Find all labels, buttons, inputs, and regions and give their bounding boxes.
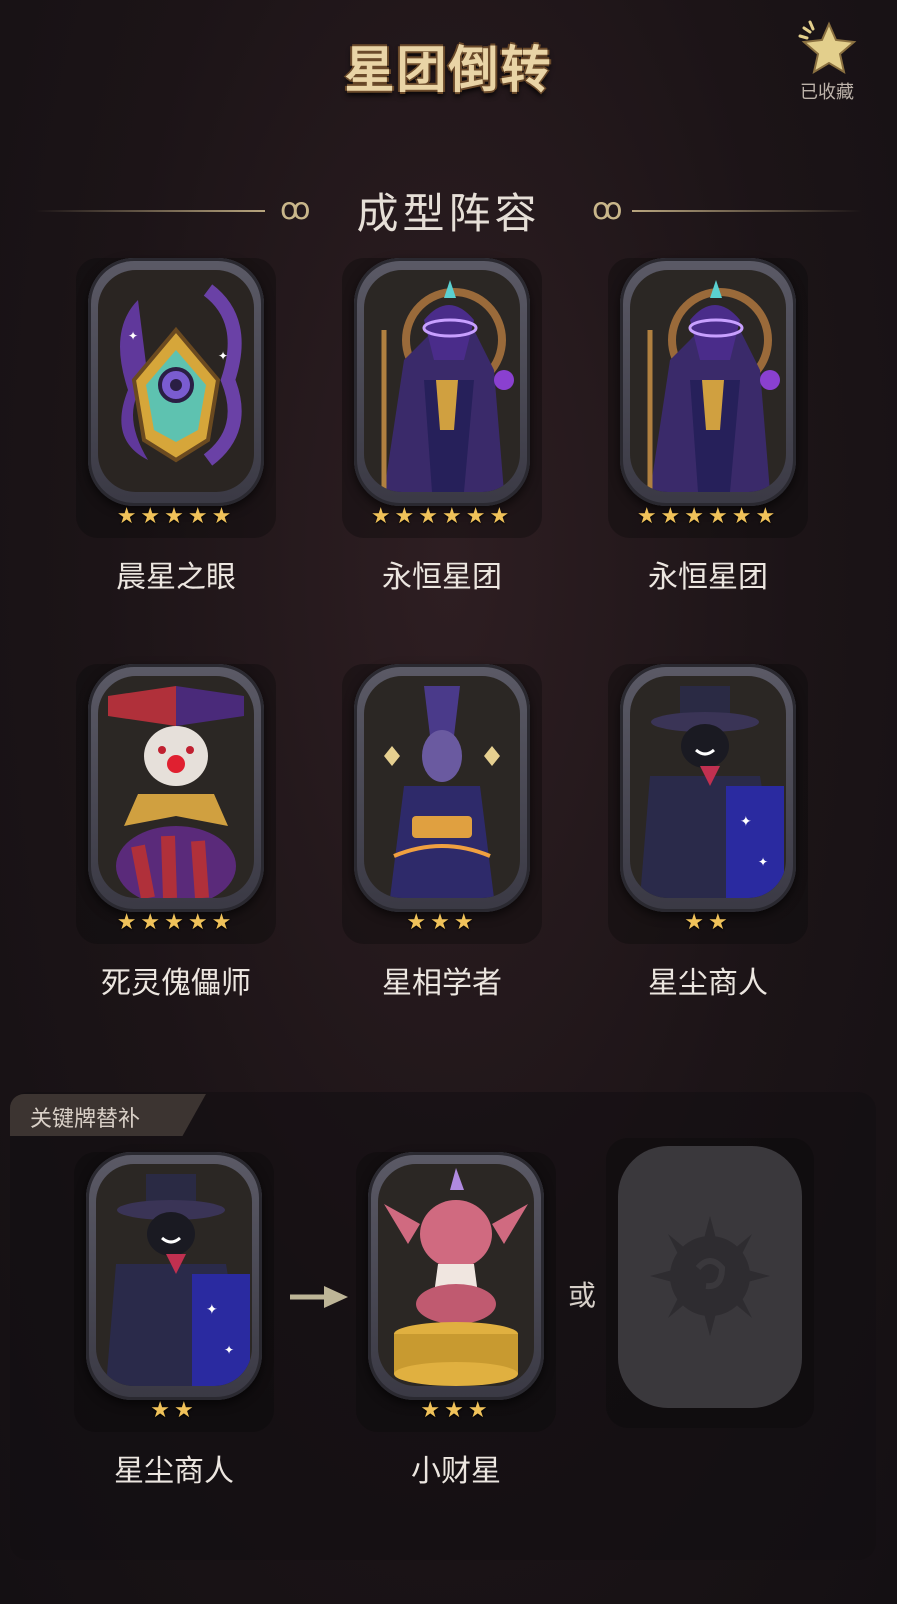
svg-text:✦: ✦: [740, 814, 752, 830]
hero-portrait: [378, 1164, 534, 1386]
star-rating: ★★★★★★: [370, 504, 514, 529]
star-favorite-icon: [798, 20, 857, 75]
svg-text:✦: ✦: [224, 1343, 234, 1357]
hero-portrait: [364, 270, 520, 492]
svg-text:✦: ✦: [206, 1302, 218, 1318]
swirl-ornament-icon: ꝏ: [592, 192, 623, 227]
hero-portrait: ✦ ✦: [630, 676, 786, 898]
hero-name: 永恒星团: [648, 560, 768, 595]
card-frame: [88, 664, 264, 912]
svg-text:✦: ✦: [128, 329, 138, 343]
card-frame: [354, 664, 530, 912]
hero-card-necro-puppeteer[interactable]: ★★★★★ 死灵傀儡师: [76, 664, 276, 1001]
replacement-from-card[interactable]: ✦ ✦ ★★ 星尘商人: [74, 1152, 274, 1489]
or-text: 或: [568, 1279, 597, 1312]
star-rating: ★★: [150, 1398, 198, 1423]
card-frame: ✦ ✦: [88, 258, 264, 506]
star-rating: ★★: [684, 910, 732, 935]
replacement-to-card[interactable]: ★★★ 小财星: [356, 1152, 556, 1489]
star-rating: ★★★★★: [116, 910, 236, 935]
page-title: 星团倒转: [344, 41, 553, 99]
section-header: ꝏ 成型阵容 ꝏ: [0, 178, 897, 238]
hero-name: 小财星: [411, 1454, 501, 1489]
svg-text:✦: ✦: [758, 855, 768, 869]
card-frame: ✦ ✦: [620, 664, 796, 912]
favorite-button[interactable]: 已收藏: [787, 18, 867, 104]
hero-name: 死灵傀儡师: [101, 966, 251, 1001]
card-frame: ✦ ✦: [86, 1152, 262, 1400]
hero-name: 星尘商人: [648, 966, 768, 1001]
divider-right: [632, 210, 862, 212]
hero-portrait: [630, 270, 786, 492]
star-rating: ★★★: [420, 1398, 492, 1423]
empty-slot-frame: [618, 1146, 802, 1408]
card-frame: [368, 1152, 544, 1400]
star-rating: ★★★★★: [116, 504, 236, 529]
hero-portrait: [98, 676, 254, 898]
hero-card-stardust-merchant[interactable]: ✦ ✦ ★★ 星尘商人: [608, 664, 808, 1001]
hero-card-morning-star-eye[interactable]: ✦ ✦ ★★★★★ 晨星之眼: [76, 258, 276, 595]
hero-card-astrologer[interactable]: ★★★ 星相学者: [342, 664, 542, 1001]
hero-card-eternal-cluster[interactable]: ★★★★★★ 永恒星团: [342, 258, 542, 595]
hero-portrait: [364, 676, 520, 898]
star-rating: ★★★★★★: [636, 504, 780, 529]
replacement-label: 关键牌替补: [30, 1107, 141, 1132]
arrow-right-icon: [290, 1286, 348, 1308]
hero-name: 星相学者: [382, 966, 502, 1001]
alternative-slot-empty[interactable]: [606, 1138, 814, 1428]
hero-name: 星尘商人: [114, 1454, 234, 1489]
hero-name: 晨星之眼: [116, 560, 236, 595]
card-frame: [620, 258, 796, 506]
hero-portrait: ✦ ✦: [98, 270, 254, 492]
card-frame: [354, 258, 530, 506]
hero-portrait: ✦ ✦: [96, 1164, 252, 1386]
placeholder-sun-icon: [650, 1216, 770, 1336]
hero-name: 永恒星团: [382, 560, 502, 595]
favorite-label: 已收藏: [800, 82, 854, 103]
svg-text:✦: ✦: [218, 349, 228, 363]
hero-card-eternal-cluster[interactable]: ★★★★★★ 永恒星团: [608, 258, 808, 595]
star-rating: ★★★: [406, 910, 478, 935]
